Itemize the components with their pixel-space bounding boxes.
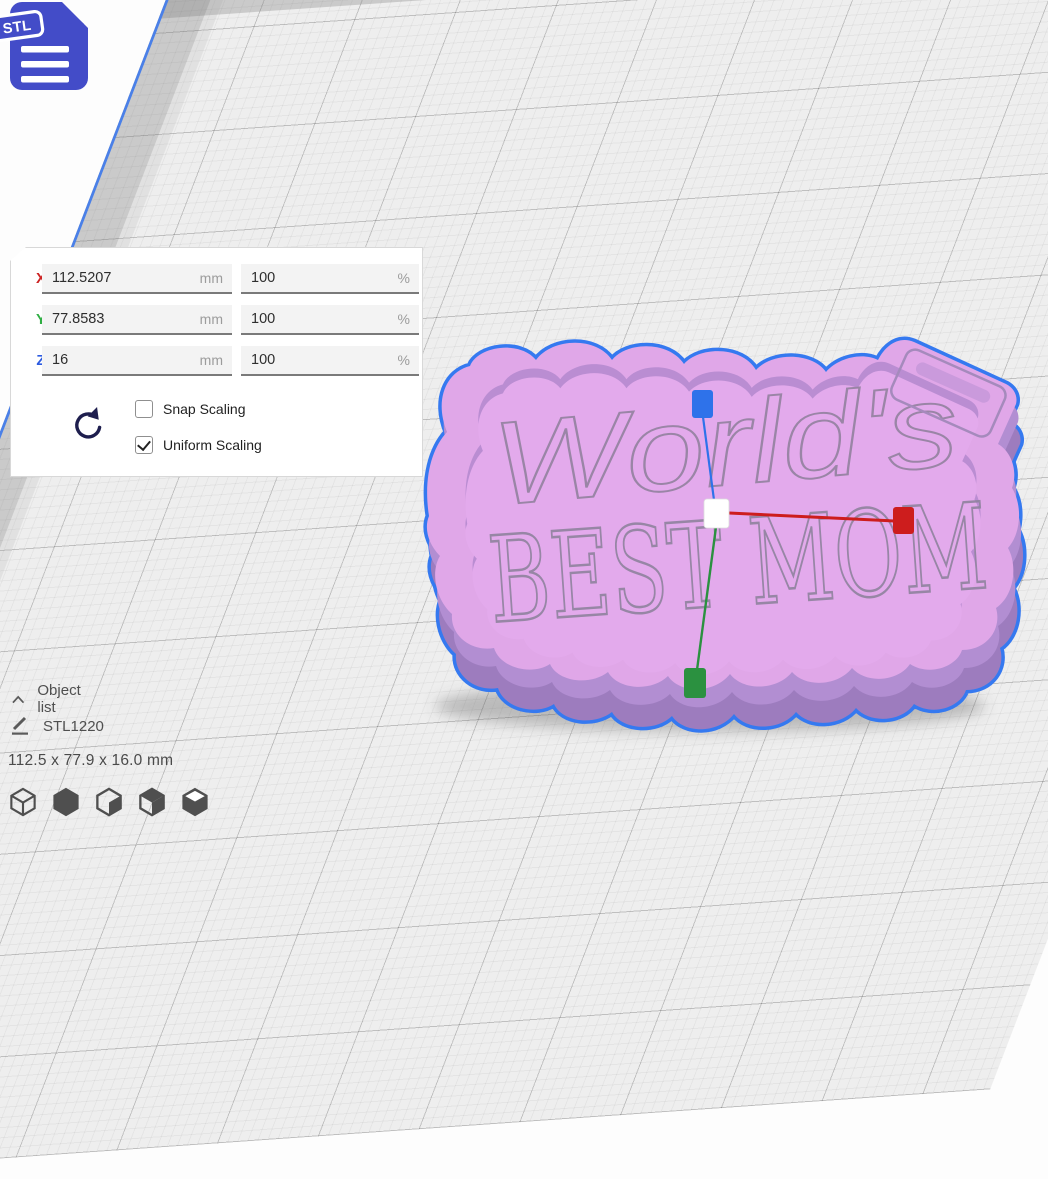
chevron-up-icon bbox=[12, 694, 24, 705]
scale-row-z: Z mm % bbox=[11, 346, 422, 376]
stl-badge: STL bbox=[0, 11, 43, 42]
snap-scaling-label: Snap Scaling bbox=[163, 401, 246, 417]
x-percent-field: % bbox=[241, 264, 419, 294]
scale-handle-y[interactable] bbox=[684, 668, 706, 698]
uniform-scaling-label: Uniform Scaling bbox=[163, 437, 262, 453]
document-line bbox=[21, 61, 69, 68]
snap-scaling-checkbox[interactable] bbox=[135, 400, 153, 418]
object-list-toggle[interactable]: Object list bbox=[12, 682, 85, 716]
snap-scaling-option[interactable]: Snap Scaling bbox=[135, 399, 246, 419]
x-size-input[interactable] bbox=[42, 264, 232, 292]
scale-row-y: Y mm % bbox=[11, 305, 422, 335]
uniform-scaling-option[interactable]: Uniform Scaling bbox=[135, 435, 262, 455]
stl-file-icon[interactable]: STL bbox=[0, 0, 100, 100]
view-left-icon[interactable] bbox=[137, 786, 167, 818]
y-size-field: mm bbox=[42, 305, 232, 335]
scale-handle-x[interactable] bbox=[893, 507, 914, 534]
view-3d-icon[interactable] bbox=[8, 786, 38, 818]
model-dimensions: 112.5 x 77.9 x 16.0 mm bbox=[8, 752, 173, 770]
z-size-field: mm bbox=[42, 346, 232, 376]
document-line bbox=[21, 76, 69, 83]
object-name: STL1220 bbox=[43, 718, 104, 735]
edit-name-icon bbox=[10, 716, 30, 736]
scale-handle-center[interactable] bbox=[704, 499, 729, 528]
z-percent-input[interactable] bbox=[241, 346, 419, 374]
z-percent-field: % bbox=[241, 346, 419, 376]
camera-view-toolbar bbox=[8, 786, 210, 818]
scale-row-x: X mm % bbox=[11, 264, 422, 294]
uniform-scaling-checkbox[interactable] bbox=[135, 436, 153, 454]
scale-handle-z[interactable] bbox=[692, 390, 713, 418]
x-percent-input[interactable] bbox=[241, 264, 419, 292]
object-list-label: Object list bbox=[37, 682, 85, 716]
scale-tool-panel: X mm % Y mm % Z mm % bbox=[10, 247, 423, 477]
object-list-item[interactable]: STL1220 bbox=[10, 716, 104, 736]
mold-model[interactable]: World's BEST MOM bbox=[427, 340, 1023, 732]
view-top-icon[interactable] bbox=[94, 786, 124, 818]
view-right-icon[interactable] bbox=[180, 786, 210, 818]
x-size-field: mm bbox=[42, 264, 232, 294]
y-size-input[interactable] bbox=[42, 305, 232, 333]
z-size-input[interactable] bbox=[42, 346, 232, 374]
y-percent-field: % bbox=[241, 305, 419, 335]
y-percent-input[interactable] bbox=[241, 305, 419, 333]
reset-scale-button[interactable] bbox=[69, 405, 103, 443]
view-front-icon[interactable] bbox=[51, 786, 81, 818]
document-line bbox=[21, 46, 69, 53]
